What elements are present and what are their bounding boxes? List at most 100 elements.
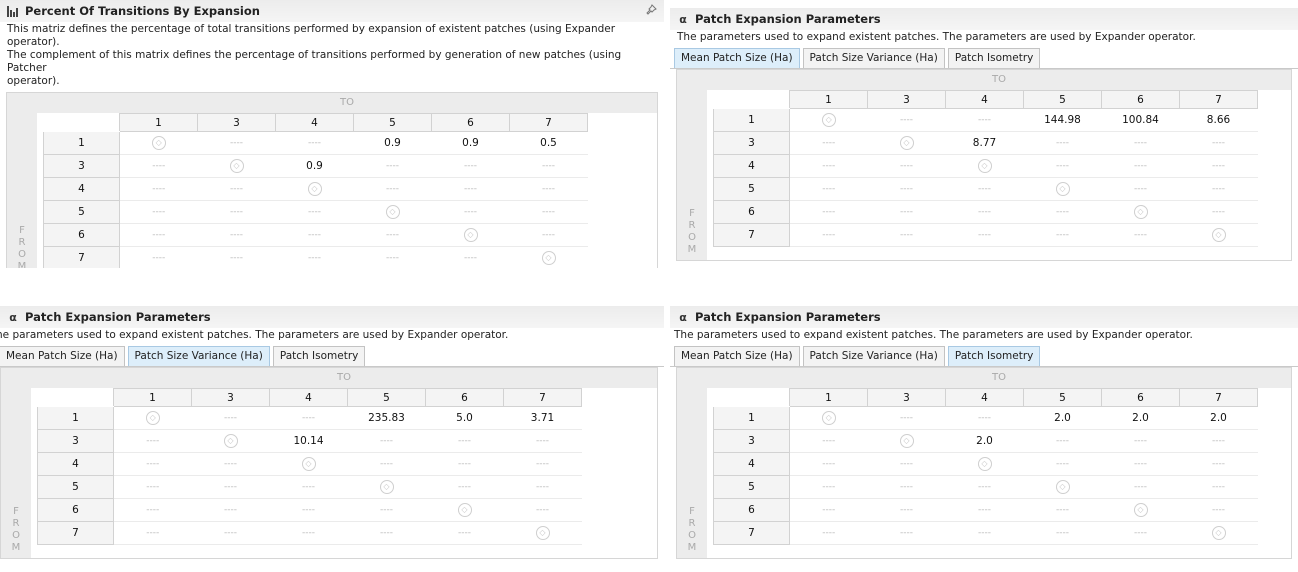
empty-cell[interactable]: ---- [347,429,426,453]
empty-cell[interactable]: ---- [867,200,946,224]
value-cell[interactable]: 8.66 [1179,108,1258,132]
empty-cell[interactable]: ---- [789,475,868,499]
tab-mean-patch-size[interactable]: Mean Patch Size (Ha) [0,346,125,366]
empty-cell[interactable]: ---- [1101,131,1180,155]
diagonal-cell[interactable]: ◇ [509,246,588,268]
empty-cell[interactable]: ---- [1101,475,1180,499]
empty-cell[interactable]: ---- [275,200,354,224]
empty-cell[interactable]: ---- [1023,131,1102,155]
diagonal-cell[interactable]: ◇ [1179,521,1258,545]
empty-cell[interactable]: ---- [945,200,1024,224]
value-cell[interactable]: 0.9 [431,131,510,155]
empty-cell[interactable]: ---- [867,452,946,476]
empty-cell[interactable]: ---- [353,246,432,268]
empty-cell[interactable]: ---- [113,452,192,476]
empty-cell[interactable]: ---- [503,498,582,522]
value-cell[interactable]: 0.9 [275,154,354,178]
empty-cell[interactable]: ---- [945,498,1024,522]
empty-cell[interactable]: ---- [1101,223,1180,247]
tab-patch-size-variance[interactable]: Patch Size Variance (Ha) [802,48,945,68]
empty-cell[interactable]: ---- [1023,200,1102,224]
value-cell[interactable]: 10.14 [269,429,348,453]
empty-cell[interactable]: ---- [789,223,868,247]
diagonal-cell[interactable]: ◇ [867,131,946,155]
diagonal-cell[interactable]: ◇ [353,200,432,224]
tab-mean-patch-size[interactable]: Mean Patch Size (Ha) [674,346,800,366]
tab-patch-isometry[interactable]: Patch Isometry [947,346,1041,366]
empty-cell[interactable]: ---- [119,246,198,268]
empty-cell[interactable]: ---- [503,475,582,499]
diagonal-cell[interactable]: ◇ [347,475,426,499]
empty-cell[interactable]: ---- [191,406,270,430]
empty-cell[interactable]: ---- [867,406,946,430]
empty-cell[interactable]: ---- [1101,452,1180,476]
empty-cell[interactable]: ---- [1179,498,1258,522]
pin-icon[interactable] [644,4,658,18]
empty-cell[interactable]: ---- [425,521,504,545]
empty-cell[interactable]: ---- [431,154,510,178]
empty-cell[interactable]: ---- [789,200,868,224]
empty-cell[interactable]: ---- [269,475,348,499]
empty-cell[interactable]: ---- [269,406,348,430]
tab-patch-size-variance[interactable]: Patch Size Variance (Ha) [127,346,270,366]
empty-cell[interactable]: ---- [945,223,1024,247]
empty-cell[interactable]: ---- [789,498,868,522]
empty-cell[interactable]: ---- [119,154,198,178]
empty-cell[interactable]: ---- [275,131,354,155]
empty-cell[interactable]: ---- [353,223,432,247]
empty-cell[interactable]: ---- [945,521,1024,545]
empty-cell[interactable]: ---- [269,498,348,522]
empty-cell[interactable]: ---- [1179,475,1258,499]
empty-cell[interactable]: ---- [113,498,192,522]
empty-cell[interactable]: ---- [197,131,276,155]
empty-cell[interactable]: ---- [1101,177,1180,201]
empty-cell[interactable]: ---- [867,521,946,545]
empty-cell[interactable]: ---- [431,246,510,268]
empty-cell[interactable]: ---- [1023,154,1102,178]
empty-cell[interactable]: ---- [113,475,192,499]
empty-cell[interactable]: ---- [113,521,192,545]
diagonal-cell[interactable]: ◇ [789,406,868,430]
empty-cell[interactable]: ---- [119,177,198,201]
value-cell[interactable]: 8.77 [945,131,1024,155]
empty-cell[interactable]: ---- [1179,154,1258,178]
empty-cell[interactable]: ---- [945,177,1024,201]
empty-cell[interactable]: ---- [867,498,946,522]
empty-cell[interactable]: ---- [1023,429,1102,453]
empty-cell[interactable]: ---- [1101,429,1180,453]
diagonal-cell[interactable]: ◇ [1023,475,1102,499]
value-cell[interactable]: 0.9 [353,131,432,155]
empty-cell[interactable]: ---- [1023,521,1102,545]
tab-patch-isometry[interactable]: Patch Isometry [947,48,1041,68]
value-cell[interactable]: 144.98 [1023,108,1102,132]
tab-mean-patch-size[interactable]: Mean Patch Size (Ha) [674,48,800,68]
empty-cell[interactable]: ---- [945,406,1024,430]
diagonal-cell[interactable]: ◇ [789,108,868,132]
empty-cell[interactable]: ---- [789,452,868,476]
empty-cell[interactable]: ---- [275,246,354,268]
empty-cell[interactable]: ---- [1101,154,1180,178]
empty-cell[interactable]: ---- [509,177,588,201]
empty-cell[interactable]: ---- [509,154,588,178]
empty-cell[interactable]: ---- [191,452,270,476]
empty-cell[interactable]: ---- [191,521,270,545]
empty-cell[interactable]: ---- [353,154,432,178]
value-cell[interactable]: 235.83 [347,406,426,430]
empty-cell[interactable]: ---- [867,475,946,499]
value-cell[interactable]: 2.0 [945,429,1024,453]
diagonal-cell[interactable]: ◇ [945,452,1024,476]
empty-cell[interactable]: ---- [1179,452,1258,476]
empty-cell[interactable]: ---- [1023,452,1102,476]
empty-cell[interactable]: ---- [867,223,946,247]
value-cell[interactable]: 2.0 [1179,406,1258,430]
empty-cell[interactable]: ---- [431,200,510,224]
empty-cell[interactable]: ---- [347,452,426,476]
empty-cell[interactable]: ---- [1179,429,1258,453]
empty-cell[interactable]: ---- [945,475,1024,499]
empty-cell[interactable]: ---- [945,108,1024,132]
empty-cell[interactable]: ---- [1179,200,1258,224]
empty-cell[interactable]: ---- [1179,177,1258,201]
empty-cell[interactable]: ---- [1179,131,1258,155]
empty-cell[interactable]: ---- [789,429,868,453]
empty-cell[interactable]: ---- [113,429,192,453]
